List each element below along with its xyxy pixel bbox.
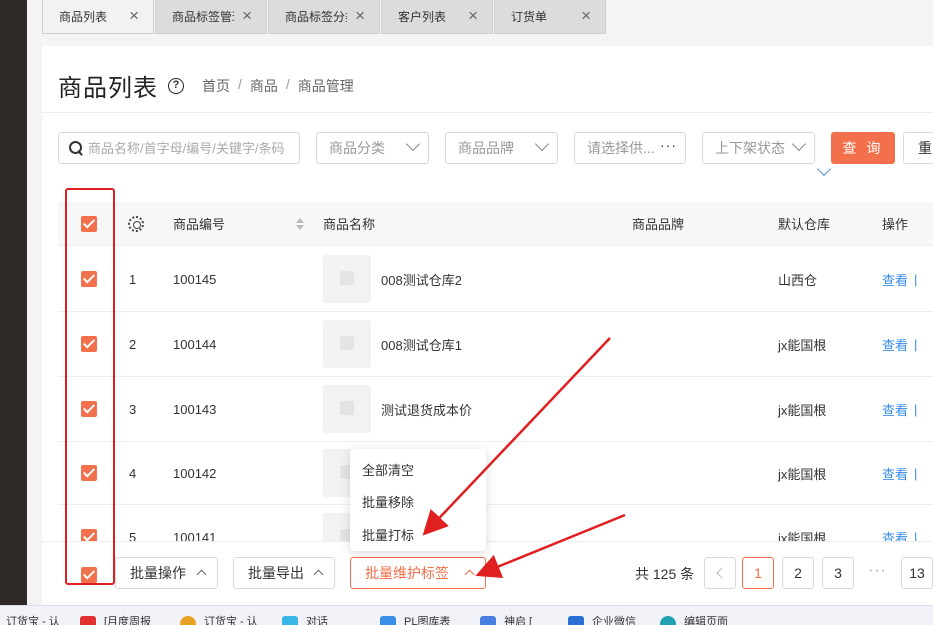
taskbar-item[interactable]: 编辑页面 <box>660 614 728 625</box>
taskbar-item[interactable]: [月度周报 <box>80 614 151 625</box>
taskbar-label: 订货宝 - 认 <box>204 616 258 625</box>
chat-icon <box>282 616 298 625</box>
taskbar-label: [月度周报 <box>104 616 152 625</box>
taskbar-item[interactable]: PL图库表 <box>380 614 450 625</box>
edge-icon <box>660 616 676 625</box>
taskbar-label: 编辑页面 <box>684 616 728 625</box>
annotation-arrows <box>422 337 626 579</box>
taskbar-item[interactable]: 神启 [ <box>480 614 532 625</box>
wecom-icon <box>568 616 584 625</box>
taskbar-label: 企业微信 <box>592 616 636 625</box>
taskbar-label: 对话 <box>306 616 328 625</box>
taskbar-item[interactable]: 订货宝 - 认 <box>6 614 60 625</box>
app-icon <box>80 616 96 625</box>
browser-icon <box>180 616 196 625</box>
annotation-arrow <box>475 513 626 579</box>
taskbar-item[interactable]: 企业微信 <box>568 614 636 625</box>
app-icon <box>480 616 496 625</box>
taskbar-label: 订货宝 - 认 <box>6 616 60 625</box>
taskbar-item[interactable]: 订货宝 - 认 <box>180 614 258 625</box>
taskbar-label: 神启 [ <box>504 616 533 625</box>
os-taskbar: 订货宝 - 认 [月度周报 订货宝 - 认 对话 PL图库表 神启 [ 企业微信… <box>0 605 933 625</box>
annotation-arrow <box>422 337 611 536</box>
app-icon <box>380 616 396 625</box>
taskbar-item[interactable]: 对话 <box>282 614 328 625</box>
taskbar-label: PL图库表 <box>404 616 451 625</box>
